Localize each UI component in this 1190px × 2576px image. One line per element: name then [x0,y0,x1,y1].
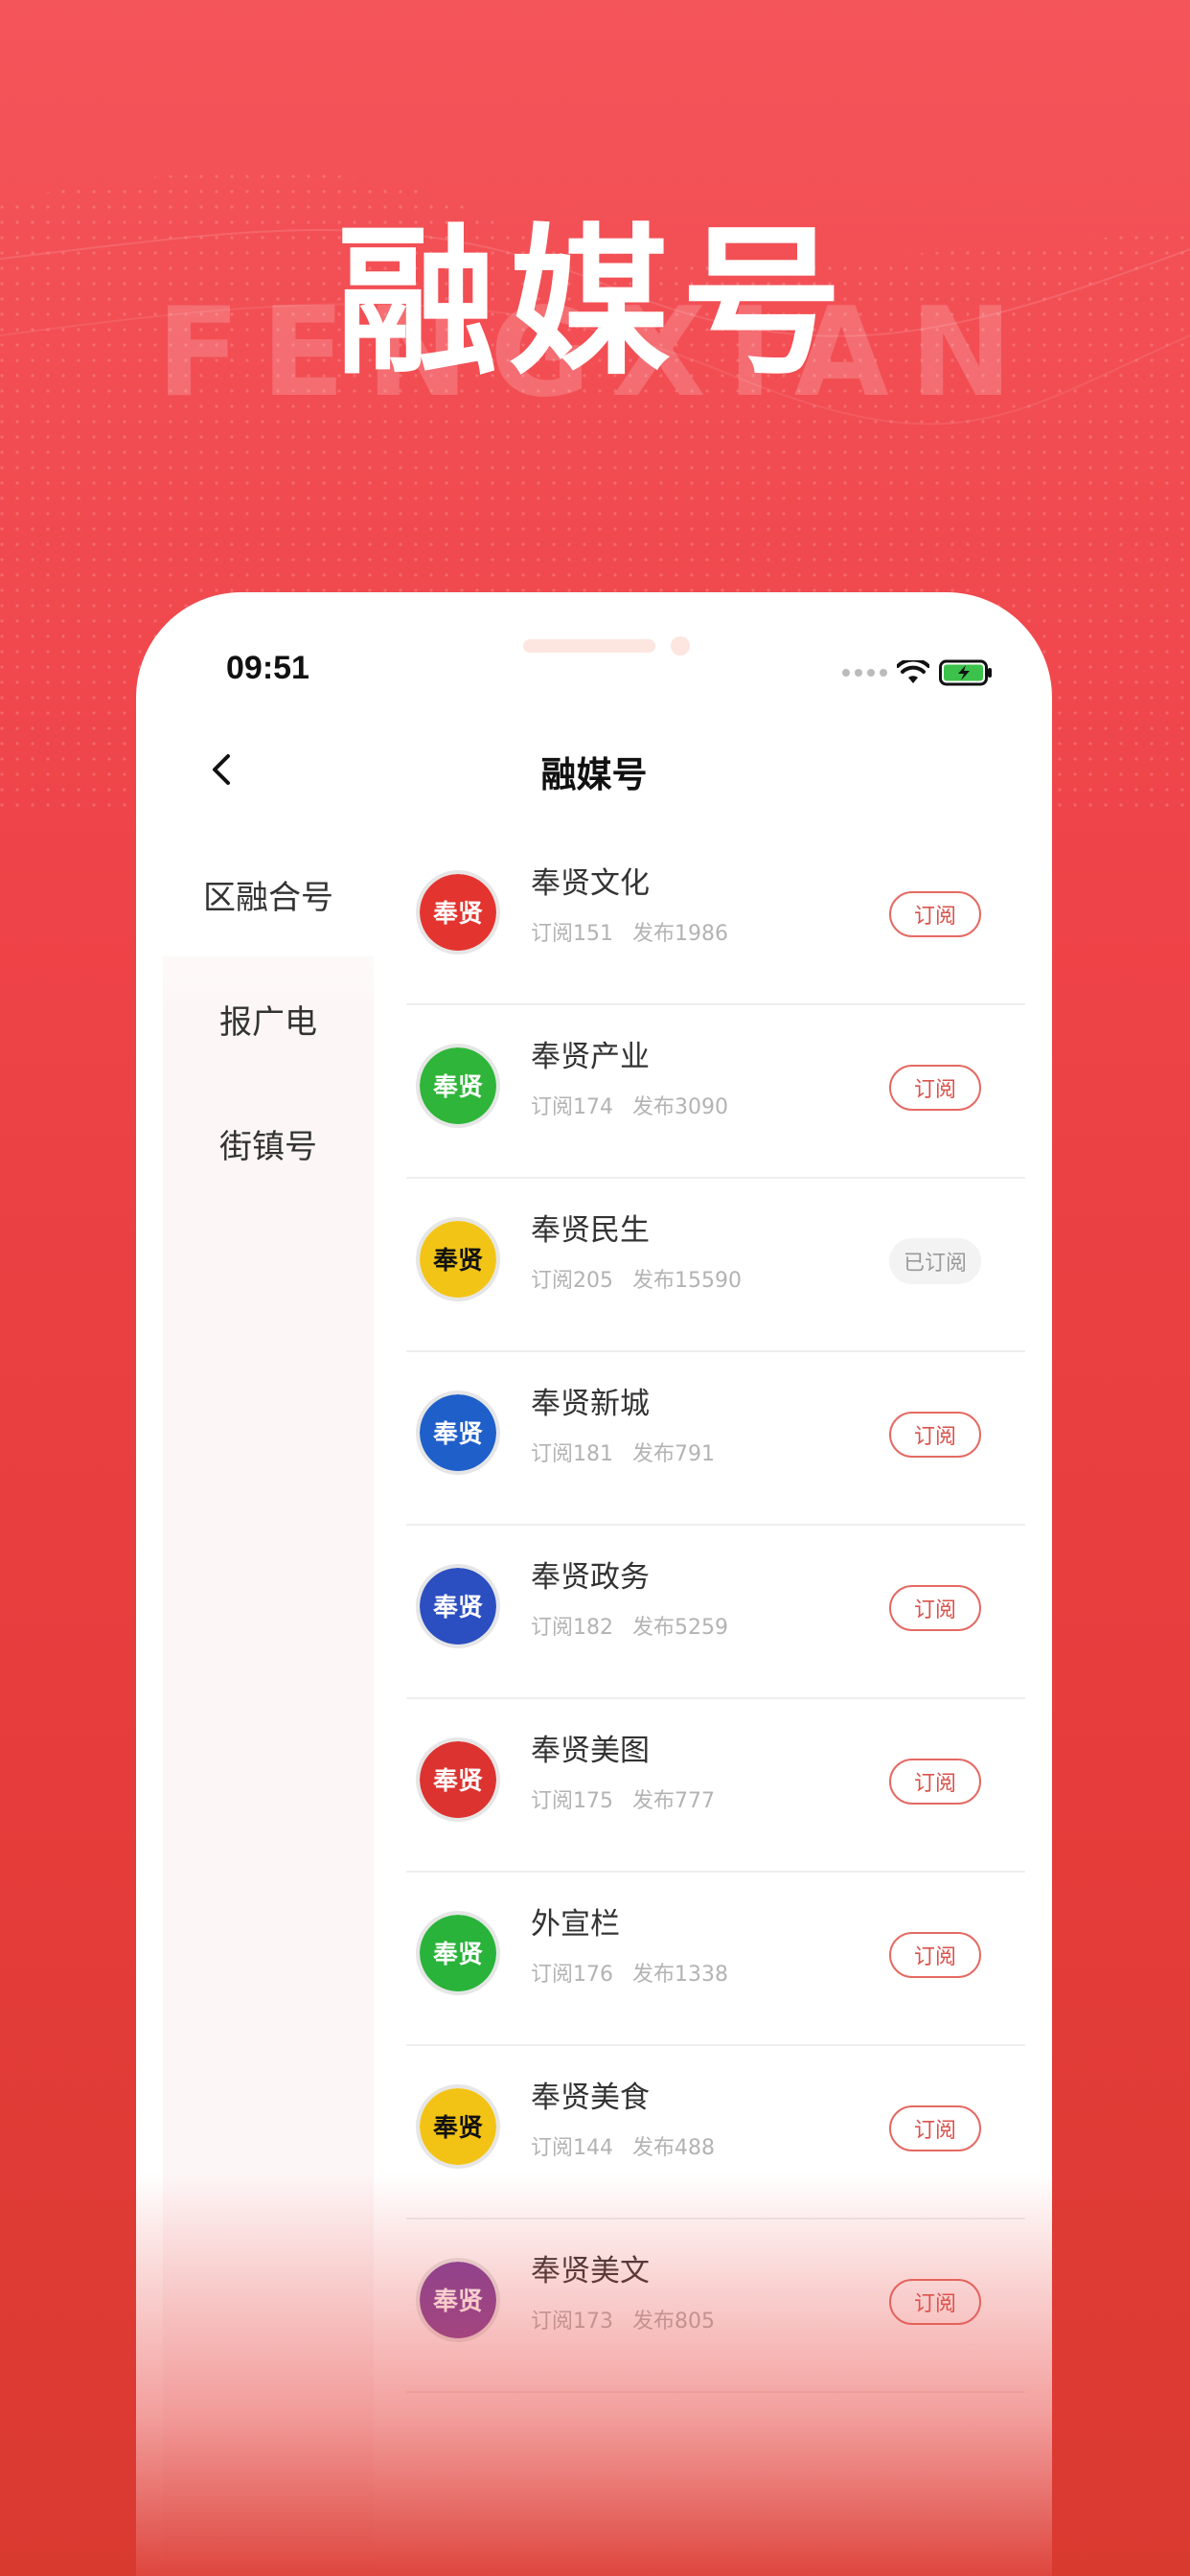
list-item[interactable]: 奉贤 奉贤民生 订阅205 发布15590 已订阅 [406,1179,1025,1352]
post-count: 发布3090 [632,1095,728,1119]
subscribe-button[interactable]: 订阅 [889,891,981,937]
subscriber-count: 订阅151 [531,922,613,946]
svg-text:奉贤: 奉贤 [432,2288,483,2316]
channel-name: 奉贤政务 [531,1560,650,1595]
list-item[interactable]: 奉贤 奉贤政务 订阅182 发布5259 订阅 [406,1526,1025,1699]
status-icons [842,659,993,686]
channel-name: 奉贤民生 [531,1213,650,1248]
post-count: 发布805 [632,2310,715,2334]
post-count: 发布791 [632,1442,715,1466]
svg-text:奉贤: 奉贤 [432,2114,483,2143]
subscribe-button[interactable]: 订阅 [889,1065,981,1111]
subscriber-count: 订阅144 [531,2136,613,2160]
channel-name: 奉贤产业 [531,1040,650,1074]
sidebar-item-label: 区融合号 [203,878,333,917]
subscribed-button[interactable]: 已订阅 [889,1238,981,1284]
battery-icon [939,659,992,686]
list-item[interactable]: 奉贤 奉贤文化 订阅151 发布1986 订阅 [406,832,1025,1005]
post-count: 发布1338 [632,1963,728,1987]
svg-text:奉贤: 奉贤 [432,1594,483,1622]
channel-stats: 订阅181 发布791 [531,1437,715,1467]
promo-title: 融媒号 [336,209,854,397]
post-count: 发布777 [632,1789,715,1813]
subscribe-button[interactable]: 订阅 [889,2105,981,2151]
channel-name: 奉贤文化 [531,866,650,901]
channel-avatar: 奉贤 [416,1737,500,1822]
list-item[interactable]: 奉贤 奉贤美文 订阅173 发布805 订阅 [406,2220,1025,2393]
subscribe-button[interactable]: 订阅 [889,1759,981,1805]
channel-avatar: 奉贤 [416,870,500,954]
list-item[interactable]: 奉贤 外宣栏 订阅176 发布1338 订阅 [406,1873,1025,2046]
svg-text:奉贤: 奉贤 [432,1767,483,1796]
channel-name: 奉贤美图 [531,1734,650,1768]
channel-stats: 订阅182 发布5259 [531,1610,728,1641]
svg-text:奉贤: 奉贤 [432,1073,483,1102]
post-count: 发布15590 [632,1269,742,1293]
subscribe-button[interactable]: 订阅 [889,1585,981,1631]
channel-name: 奉贤美食 [531,2081,650,2115]
phone-frame: 09:51 融媒号 区融合号 报广电 街镇号 奉贤 奉贤文化 订阅151 发布1… [136,592,1052,2576]
sidebar-item-label: 街镇号 [219,1127,317,1166]
channel-stats: 订阅173 发布805 [531,2304,715,2334]
channel-avatar: 奉贤 [416,1564,500,1648]
sidebar-item-broadcast[interactable]: 报广电 [163,956,374,1081]
channel-stats: 订阅151 发布1986 [531,916,728,947]
svg-text:奉贤: 奉贤 [432,1941,483,1969]
subscribe-button[interactable]: 订阅 [889,2279,981,2325]
channel-stats: 订阅174 发布3090 [531,1090,728,1120]
list-item[interactable]: 奉贤 奉贤产业 订阅174 发布3090 订阅 [406,1005,1025,1179]
list-item[interactable]: 奉贤 奉贤美图 订阅175 发布777 订阅 [406,1699,1025,1873]
channel-avatar: 奉贤 [416,1911,500,1995]
channel-avatar: 奉贤 [416,1217,500,1301]
channel-avatar: 奉贤 [416,2084,500,2169]
svg-text:奉贤: 奉贤 [432,900,483,929]
channel-stats: 订阅205 发布15590 [531,1263,742,1294]
notch-speaker [523,639,655,653]
post-count: 发布488 [632,2136,715,2160]
channel-avatar: 奉贤 [416,2258,500,2342]
subscriber-count: 订阅205 [531,1269,613,1293]
signal-icon [842,669,887,677]
list-item[interactable]: 奉贤 奉贤美食 订阅144 发布488 订阅 [406,2046,1025,2220]
list-item[interactable]: 奉贤 奉贤新城 订阅181 发布791 订阅 [406,1352,1025,1526]
channel-stats: 订阅176 发布1338 [531,1957,728,1988]
subscribe-button[interactable]: 订阅 [889,1932,981,1978]
channel-name: 外宣栏 [531,1907,620,1942]
sidebar-item-district[interactable]: 区融合号 [163,832,374,956]
subscriber-count: 订阅174 [531,1095,613,1119]
channel-name: 奉贤美文 [531,2254,650,2288]
subscribe-button[interactable]: 订阅 [889,1412,981,1458]
wifi-icon [897,660,929,683]
page-title: 融媒号 [540,754,648,795]
channel-stats: 订阅175 发布777 [531,1783,715,1814]
channel-stats: 订阅144 发布488 [531,2130,715,2161]
svg-text:奉贤: 奉贤 [432,1247,483,1276]
notch-camera [671,636,690,656]
sidebar: 区融合号 报广电 街镇号 [163,832,374,2576]
subscriber-count: 订阅181 [531,1442,613,1466]
channel-name: 奉贤新城 [531,1387,650,1421]
svg-text:奉贤: 奉贤 [432,1420,483,1449]
channel-list: 奉贤 奉贤文化 订阅151 发布1986 订阅 奉贤 奉贤产业 订阅174 发布30… [406,832,1025,2393]
subscriber-count: 订阅173 [531,2310,613,2334]
subscriber-count: 订阅175 [531,1789,613,1813]
channel-avatar: 奉贤 [416,1044,500,1128]
subscriber-count: 订阅182 [531,1616,613,1640]
post-count: 发布1986 [632,922,728,946]
sidebar-item-township[interactable]: 街镇号 [163,1081,374,1206]
sidebar-item-label: 报广电 [219,1002,317,1042]
status-time: 09:51 [226,650,309,686]
subscriber-count: 订阅176 [531,1963,613,1987]
post-count: 发布5259 [632,1616,728,1640]
channel-avatar: 奉贤 [416,1391,500,1475]
